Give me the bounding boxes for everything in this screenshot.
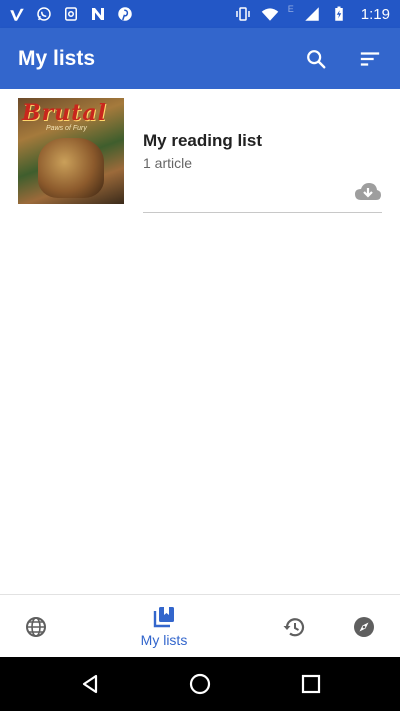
wifi-icon xyxy=(261,5,279,23)
app-bar: My lists xyxy=(0,28,400,89)
battery-charging-icon xyxy=(330,5,348,23)
nav-my-lists[interactable]: My lists xyxy=(124,595,204,658)
notification-icons xyxy=(8,5,134,23)
cast-icon xyxy=(62,5,80,23)
sort-icon xyxy=(360,51,380,66)
whatsapp-icon xyxy=(35,5,53,23)
nav-history[interactable] xyxy=(270,595,318,658)
list-thumbnail: Brutal Paws of Fury xyxy=(18,98,124,204)
system-navigation-bar xyxy=(0,657,400,711)
download-list-button[interactable] xyxy=(354,180,382,204)
nav-nearby[interactable] xyxy=(340,595,388,658)
globe-icon xyxy=(26,616,46,637)
list-title: My reading list xyxy=(143,131,263,150)
vimeo-icon xyxy=(8,5,26,23)
network-type-label: E xyxy=(287,4,294,14)
search-icon xyxy=(307,49,326,68)
search-button[interactable] xyxy=(304,47,328,71)
lists-content: Brutal Paws of Fury My reading list 1 ar… xyxy=(0,89,400,594)
n-icon xyxy=(89,5,107,23)
thumbnail-logo-text: Brutal xyxy=(22,100,107,126)
recent-apps-button-icon[interactable] xyxy=(299,672,323,696)
signal-icon xyxy=(303,5,321,23)
page-title: My lists xyxy=(18,46,96,70)
status-bar: E 1:19 xyxy=(0,0,400,28)
bookmarks-icon xyxy=(153,607,174,628)
list-article-count: 1 article xyxy=(143,155,193,171)
compass-icon xyxy=(354,616,374,637)
nav-explore[interactable] xyxy=(12,595,60,658)
home-button-icon[interactable] xyxy=(188,672,212,696)
pinterest-icon xyxy=(116,5,134,23)
vibrate-icon xyxy=(234,5,252,23)
clock: 1:19 xyxy=(360,5,390,23)
cloud-download-icon xyxy=(355,183,381,200)
nav-my-lists-label: My lists xyxy=(140,632,188,648)
back-button-icon[interactable] xyxy=(78,672,102,696)
history-icon xyxy=(283,617,305,636)
sort-button[interactable] xyxy=(358,47,382,71)
thumbnail-artwork xyxy=(38,138,104,198)
app-bar-actions xyxy=(304,47,382,71)
bottom-navigation: My lists xyxy=(0,594,400,657)
thumbnail-subtitle-text: Paws of Fury xyxy=(46,125,87,132)
list-item-my-reading-list[interactable]: Brutal Paws of Fury My reading list 1 ar… xyxy=(18,98,382,214)
system-status-icons: E 1:19 xyxy=(234,4,390,23)
list-divider xyxy=(143,212,382,213)
